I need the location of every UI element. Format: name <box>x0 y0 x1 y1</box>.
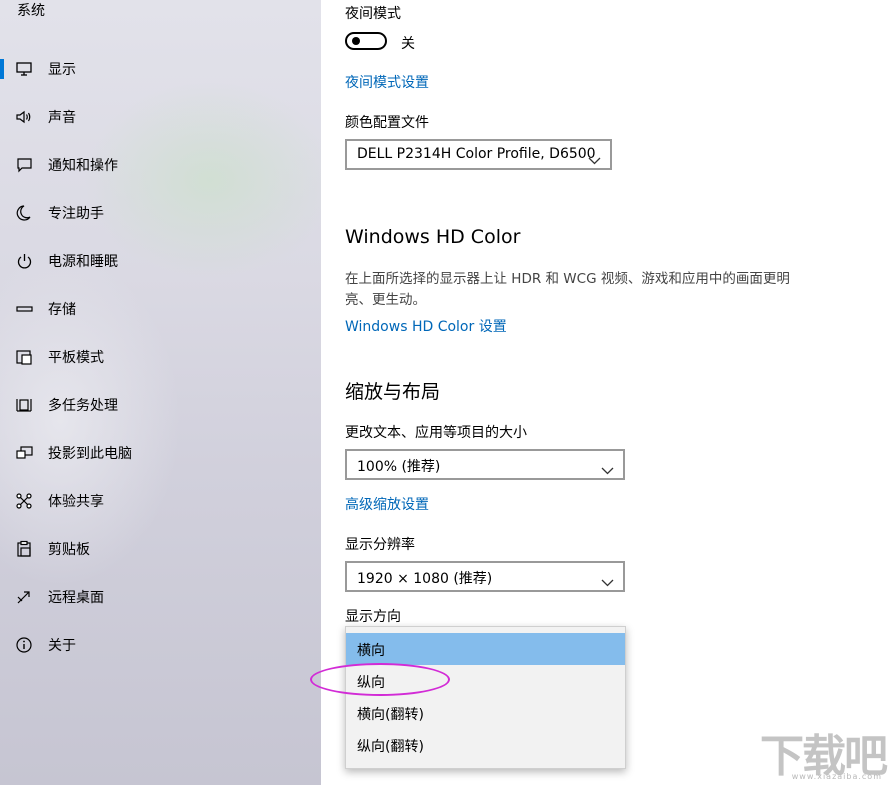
info-icon <box>15 636 35 654</box>
sidebar-item-label: 电源和睡眠 <box>48 254 118 270</box>
orientation-dropdown-list[interactable]: 横向 纵向 横向(翻转) 纵向(翻转) <box>345 626 626 769</box>
scale-value: 100% (推荐) <box>357 459 441 475</box>
resolution-label: 显示分辨率 <box>345 537 415 553</box>
option-label: 横向 <box>357 643 385 659</box>
sidebar-item-notifications[interactable]: 通知和操作 <box>0 145 321 185</box>
chevron-down-icon <box>588 150 601 169</box>
sidebar-item-label: 体验共享 <box>48 494 104 510</box>
sidebar-item-label: 投影到此电脑 <box>48 446 132 462</box>
sidebar-item-tablet-mode[interactable]: 平板模式 <box>0 337 321 377</box>
multitasking-icon <box>15 396 35 414</box>
remote-desktop-icon <box>15 588 35 606</box>
chevron-down-icon <box>601 460 614 479</box>
sidebar-item-focus-assist[interactable]: 专注助手 <box>0 193 321 233</box>
sidebar-item-label: 远程桌面 <box>48 590 104 606</box>
clipboard-icon <box>15 540 35 558</box>
night-mode-label: 夜间模式 <box>345 6 401 22</box>
sidebar-item-about[interactable]: 关于 <box>0 625 321 665</box>
color-profile-select[interactable]: DELL P2314H Color Profile, D6500 <box>345 139 612 170</box>
sidebar-item-sound[interactable]: 声音 <box>0 97 321 137</box>
resolution-value: 1920 × 1080 (推荐) <box>357 571 493 587</box>
advanced-scaling-link[interactable]: 高级缩放设置 <box>345 494 429 514</box>
sidebar: 系统 显示 声音 通知和操作 专注助手 电源和睡眠 存储 平板模式 多任务处理 … <box>0 0 321 785</box>
color-profile-label: 颜色配置文件 <box>345 115 429 131</box>
monitor-icon <box>15 60 35 78</box>
night-mode-state: 关 <box>401 36 415 52</box>
sidebar-item-label: 专注助手 <box>48 206 104 222</box>
storage-icon <box>15 300 35 318</box>
night-mode-toggle[interactable] <box>345 32 387 50</box>
sidebar-heading: 系统 <box>17 3 45 19</box>
selection-indicator <box>0 59 4 79</box>
sidebar-item-remote-desktop[interactable]: 远程桌面 <box>0 577 321 617</box>
watermark-url: www.xiazaiba.com <box>791 772 882 781</box>
option-label: 纵向(翻转) <box>357 739 424 755</box>
hd-color-heading: Windows HD Color <box>345 226 521 248</box>
orientation-option-landscape[interactable]: 横向 <box>346 633 625 665</box>
toggle-knob <box>352 37 360 45</box>
option-label: 横向(翻转) <box>357 707 424 723</box>
night-mode-settings-link[interactable]: 夜间模式设置 <box>345 72 429 92</box>
tablet-mode-icon <box>15 348 35 366</box>
scale-select[interactable]: 100% (推荐) <box>345 449 625 480</box>
sidebar-item-clipboard[interactable]: 剪贴板 <box>0 529 321 569</box>
sidebar-item-label: 显示 <box>48 62 76 78</box>
chevron-down-icon <box>601 572 614 591</box>
sidebar-item-label: 通知和操作 <box>48 158 118 174</box>
sidebar-item-label: 存储 <box>48 302 76 318</box>
sidebar-item-label: 平板模式 <box>48 350 104 366</box>
sidebar-item-label: 关于 <box>48 638 76 654</box>
sidebar-item-label: 剪贴板 <box>48 542 90 558</box>
orientation-option-portrait-flipped[interactable]: 纵向(翻转) <box>346 729 625 761</box>
hd-color-description: 在上面所选择的显示器上让 HDR 和 WCG 视频、游戏和应用中的画面更明亮、更… <box>345 271 790 308</box>
scale-layout-heading: 缩放与布局 <box>345 381 441 403</box>
project-icon <box>15 444 35 462</box>
sidebar-item-multitasking[interactable]: 多任务处理 <box>0 385 321 425</box>
sidebar-item-project[interactable]: 投影到此电脑 <box>0 433 321 473</box>
notification-icon <box>15 156 35 174</box>
sidebar-item-label: 声音 <box>48 110 76 126</box>
orientation-label: 显示方向 <box>345 609 401 625</box>
sidebar-item-display[interactable]: 显示 <box>0 49 321 89</box>
watermark-logo: 下载吧 www.xiazaiba.com <box>748 720 888 785</box>
sidebar-item-storage[interactable]: 存储 <box>0 289 321 329</box>
moon-icon <box>15 204 35 222</box>
shared-experiences-icon <box>15 492 35 510</box>
sidebar-item-power-sleep[interactable]: 电源和睡眠 <box>0 241 321 281</box>
hd-color-settings-link[interactable]: Windows HD Color 设置 <box>345 316 507 336</box>
orientation-option-landscape-flipped[interactable]: 横向(翻转) <box>346 697 625 729</box>
resolution-select[interactable]: 1920 × 1080 (推荐) <box>345 561 625 592</box>
sidebar-item-shared-experiences[interactable]: 体验共享 <box>0 481 321 521</box>
color-profile-value: DELL P2314H Color Profile, D6500 <box>357 146 596 162</box>
sidebar-item-label: 多任务处理 <box>48 398 118 414</box>
highlight-ellipse-annotation <box>310 663 450 696</box>
power-icon <box>15 252 35 270</box>
scale-label: 更改文本、应用等项目的大小 <box>345 425 527 441</box>
speaker-icon <box>15 108 35 126</box>
